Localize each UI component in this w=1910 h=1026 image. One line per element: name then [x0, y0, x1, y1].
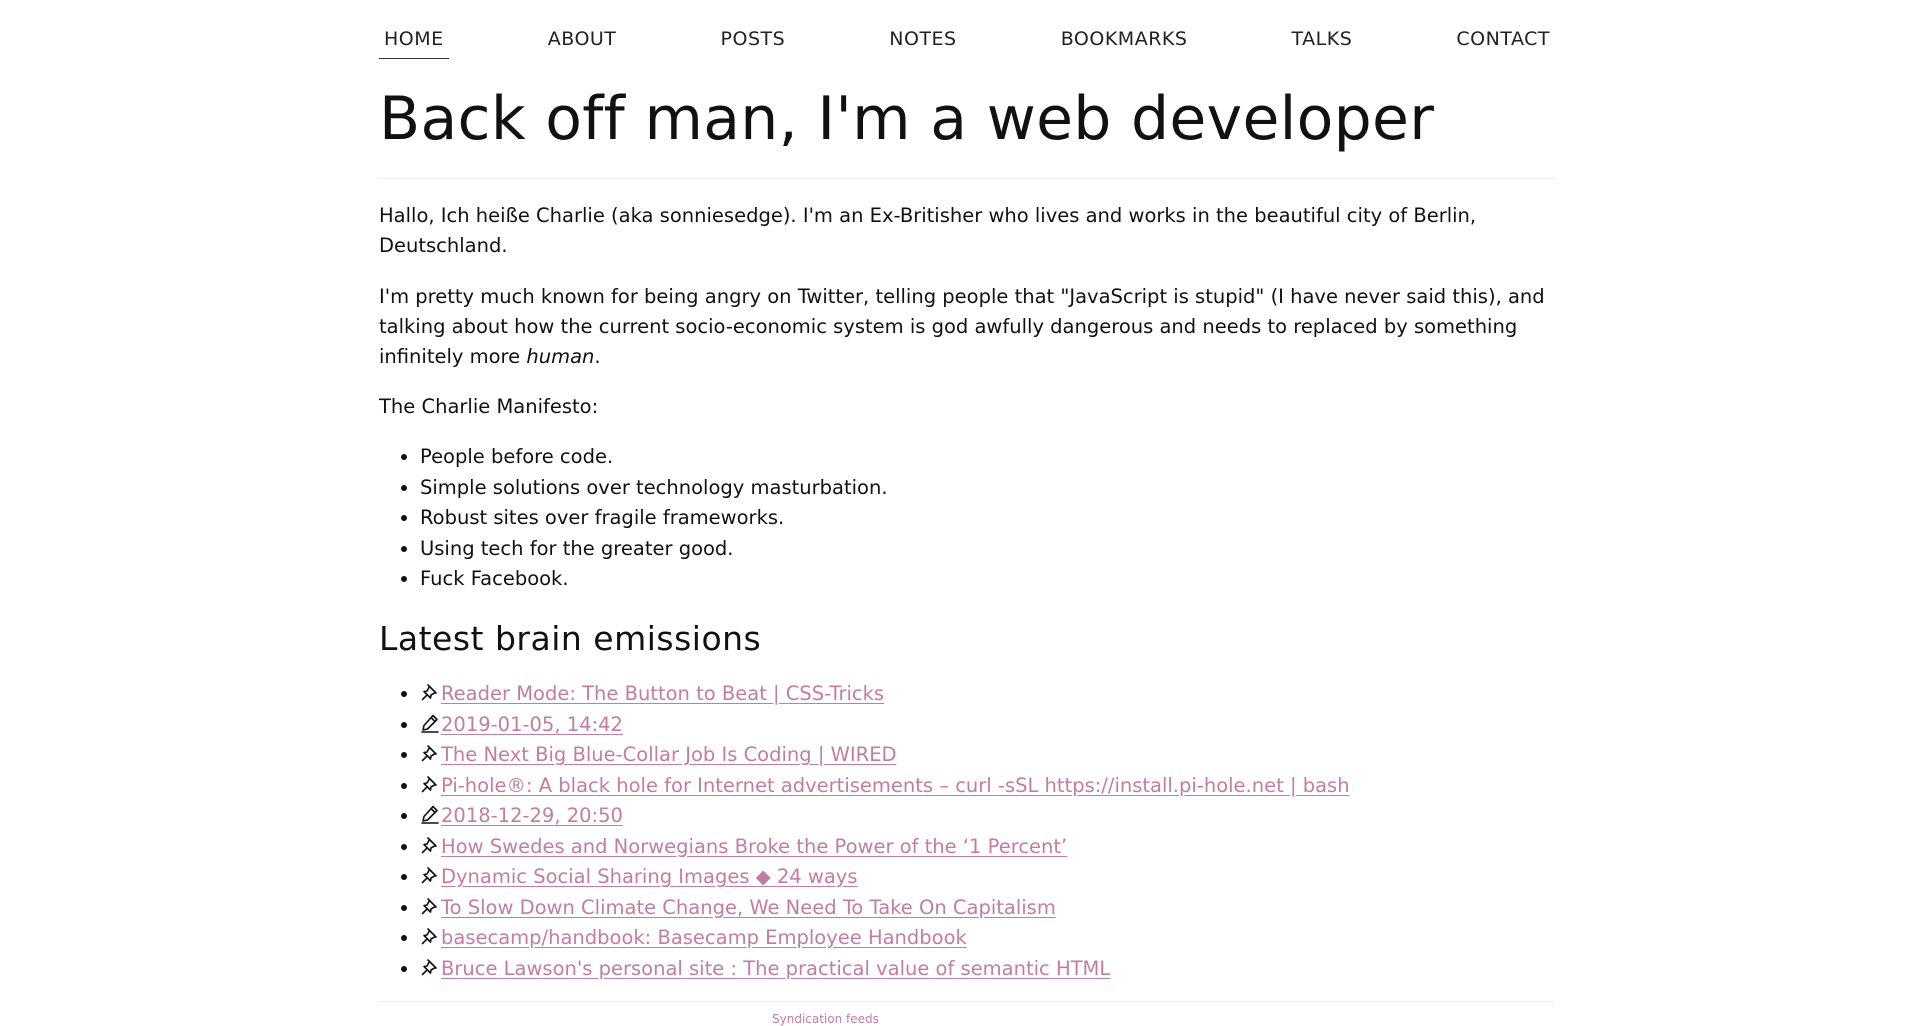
- manifesto-list: People before code. Simple solutions ove…: [379, 442, 1555, 595]
- footer-divider: [379, 1001, 1555, 1003]
- list-item: How Swedes and Norwegians Broke the Powe…: [420, 832, 1555, 863]
- latest-heading: Latest brain emissions: [379, 618, 762, 658]
- list-item: Pi-hole®: A black hole for Internet adve…: [420, 771, 1555, 802]
- post-link[interactable]: The Next Big Blue-Collar Job Is Coding |…: [441, 743, 897, 766]
- post-link[interactable]: How Swedes and Norwegians Broke the Powe…: [441, 835, 1067, 858]
- pin-icon: [420, 864, 440, 884]
- pin-icon: [420, 773, 440, 793]
- bio-emphasis: human: [526, 345, 595, 368]
- manifesto-heading: The Charlie Manifesto:: [379, 395, 599, 418]
- post-link[interactable]: Bruce Lawson's personal site : The pract…: [441, 957, 1110, 980]
- list-item: Dynamic Social Sharing Images ◆ 24 ways: [420, 862, 1555, 893]
- list-item: The Next Big Blue-Collar Job Is Coding |…: [420, 740, 1555, 771]
- nav-talks[interactable]: TALKS: [1287, 26, 1358, 58]
- pin-icon: [420, 834, 440, 854]
- page-container: HOME ABOUT POSTS NOTES BOOKMARKS TALKS C…: [379, 0, 1555, 1026]
- bio-end: .: [594, 345, 601, 368]
- title-divider: [379, 178, 1555, 179]
- pin-icon: [420, 956, 440, 976]
- pin-icon: [420, 895, 440, 915]
- nav-bookmarks[interactable]: BOOKMARKS: [1056, 26, 1193, 58]
- manifesto-item: Simple solutions over technology masturb…: [420, 473, 1555, 504]
- note-link[interactable]: 2019-01-05, 14:42: [441, 713, 623, 736]
- nav-home[interactable]: HOME: [379, 26, 449, 59]
- intro-paragraph: Hallo, Ich heiße Charlie (aka sonniesedg…: [379, 204, 1477, 257]
- manifesto-item: Using tech for the greater good.: [420, 534, 1555, 565]
- syndication-feeds-link[interactable]: Syndication feeds: [772, 1012, 879, 1026]
- pencil-icon: [420, 712, 440, 733]
- pin-icon: [420, 925, 440, 945]
- manifesto-item: People before code.: [420, 442, 1555, 473]
- main-content: Hallo, Ich heiße Charlie (aka sonniesedg…: [379, 201, 1555, 984]
- list-item: 2019-01-05, 14:42: [420, 710, 1555, 741]
- manifesto-item: Fuck Facebook.: [420, 564, 1555, 595]
- post-link[interactable]: basecamp/handbook: Basecamp Employee Han…: [441, 926, 967, 949]
- nav-notes[interactable]: NOTES: [884, 26, 961, 58]
- manifesto-item: Robust sites over fragile frameworks.: [420, 503, 1555, 534]
- post-link[interactable]: To Slow Down Climate Change, We Need To …: [441, 896, 1056, 919]
- list-item: Reader Mode: The Button to Beat | CSS-Tr…: [420, 679, 1555, 710]
- footer: Syndication feeds: [772, 1012, 1555, 1026]
- list-item: To Slow Down Climate Change, We Need To …: [420, 893, 1555, 924]
- bio-paragraph: I'm pretty much known for being angry on…: [379, 282, 1555, 372]
- post-link[interactable]: Reader Mode: The Button to Beat | CSS-Tr…: [441, 682, 884, 705]
- list-item: Bruce Lawson's personal site : The pract…: [420, 954, 1555, 985]
- latest-list: Reader Mode: The Button to Beat | CSS-Tr…: [379, 679, 1555, 984]
- list-item: basecamp/handbook: Basecamp Employee Han…: [420, 923, 1555, 954]
- post-link[interactable]: Pi-hole®: A black hole for Internet adve…: [441, 774, 1350, 797]
- page-title: Back off man, I'm a web developer: [379, 84, 1435, 154]
- post-link[interactable]: Dynamic Social Sharing Images ◆ 24 ways: [441, 865, 858, 888]
- nav-about[interactable]: ABOUT: [543, 26, 622, 58]
- main-nav: HOME ABOUT POSTS NOTES BOOKMARKS TALKS C…: [379, 0, 1555, 62]
- pin-icon: [420, 742, 440, 762]
- nav-posts[interactable]: POSTS: [716, 26, 791, 58]
- nav-contact[interactable]: CONTACT: [1451, 26, 1555, 58]
- note-link[interactable]: 2018-12-29, 20:50: [441, 804, 623, 827]
- list-item: 2018-12-29, 20:50: [420, 801, 1555, 832]
- pencil-icon: [420, 803, 440, 824]
- pin-icon: [420, 681, 440, 701]
